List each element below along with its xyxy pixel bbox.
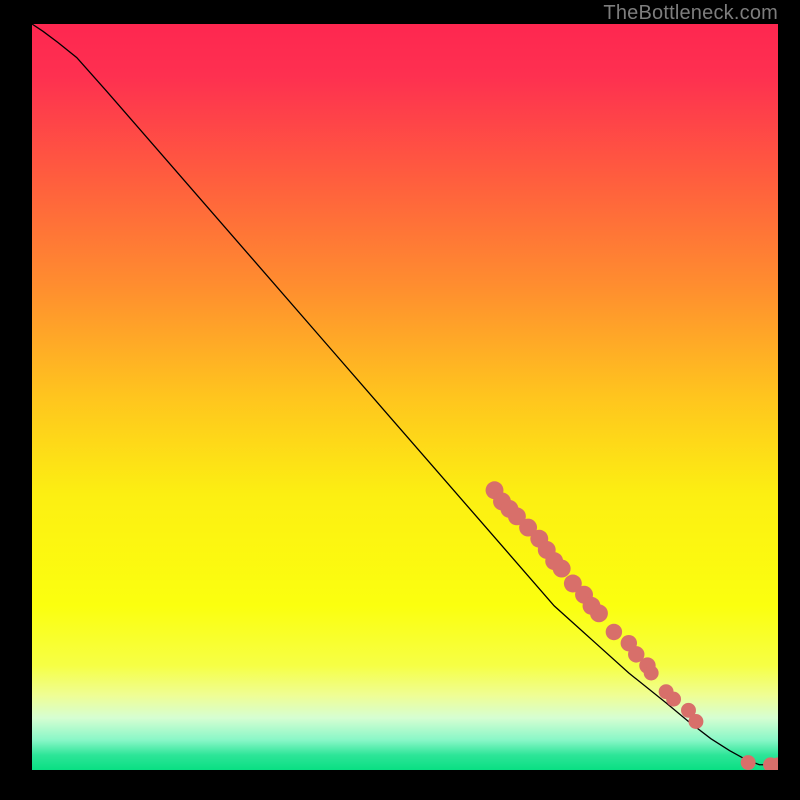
plot-area: [32, 24, 778, 770]
data-point-marker: [590, 604, 608, 622]
data-point-marker: [553, 560, 571, 578]
data-point-marker: [741, 755, 756, 770]
data-point-marker: [666, 692, 681, 707]
plot-svg: [32, 24, 778, 770]
data-point-marker: [606, 624, 622, 640]
chart-stage: TheBottleneck.com: [0, 0, 800, 800]
data-point-marker: [644, 666, 659, 681]
gradient-background: [32, 24, 778, 770]
attribution-label: TheBottleneck.com: [603, 2, 778, 25]
data-point-marker: [688, 714, 703, 729]
